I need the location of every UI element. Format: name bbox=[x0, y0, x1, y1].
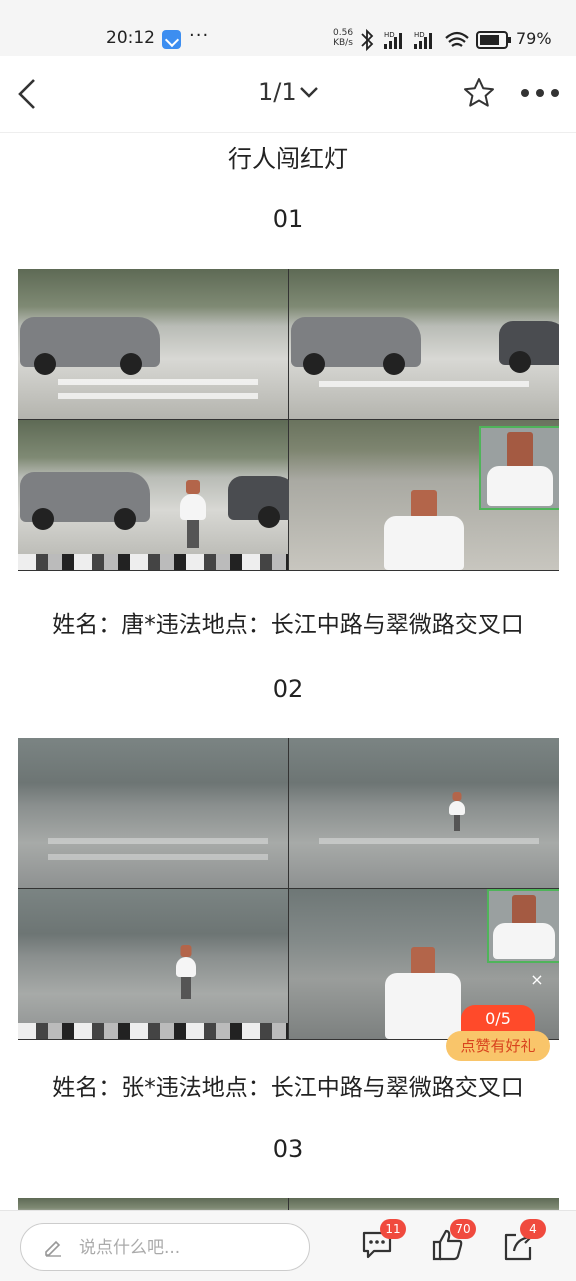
page-indicator[interactable]: 1/1 bbox=[258, 78, 297, 106]
face-closeup bbox=[487, 889, 559, 963]
cellular-signal-icon: HD HD bbox=[384, 31, 432, 49]
like-button[interactable]: 70 bbox=[430, 1219, 476, 1263]
bluetooth-icon bbox=[361, 28, 374, 52]
share-button[interactable]: 4 bbox=[500, 1219, 546, 1263]
star-icon[interactable] bbox=[462, 76, 496, 110]
car bbox=[20, 472, 150, 530]
more-icon[interactable] bbox=[520, 88, 560, 98]
pedestrian bbox=[176, 945, 196, 1001]
photo-frame bbox=[289, 420, 559, 570]
wifi-icon bbox=[445, 31, 469, 47]
like-reward-widget[interactable]: × 0/5 点赞有好礼 bbox=[446, 970, 550, 1063]
violation-photo[interactable] bbox=[18, 1198, 559, 1210]
photo-frame bbox=[18, 1198, 288, 1210]
photo-frame bbox=[18, 738, 288, 888]
photo-frame bbox=[18, 420, 298, 570]
pedestrian-closeup bbox=[487, 432, 553, 508]
photo-frame bbox=[289, 269, 559, 419]
network-speed-value: 0.56 bbox=[333, 28, 354, 38]
more-notifications-icon: ··· bbox=[189, 25, 210, 46]
pedestrian bbox=[449, 792, 465, 832]
network-speed-unit: KB/s bbox=[333, 38, 353, 48]
network-speed: 0.56 KB/s bbox=[333, 28, 353, 48]
violation-photo[interactable] bbox=[18, 269, 559, 571]
battery-percent: 79% bbox=[516, 29, 552, 48]
article-title: 行人闯红灯 bbox=[228, 145, 348, 173]
like-progress: 0/5 bbox=[461, 1005, 535, 1033]
pedestrian bbox=[384, 490, 464, 570]
battery-icon bbox=[476, 31, 511, 49]
svg-text:HD: HD bbox=[384, 31, 395, 39]
bottom-action-bar: 11 70 4 bbox=[0, 1210, 576, 1281]
photo-frame bbox=[18, 269, 288, 419]
violation-caption: 姓名：张*违法地点：长江中路与翠微路交叉口 bbox=[52, 1075, 524, 1101]
photo-frame bbox=[289, 738, 559, 888]
violation-photo[interactable] bbox=[18, 738, 559, 1040]
car bbox=[499, 321, 559, 373]
status-bar: 20:12 ··· 0.56 KB/s HD HD 79% bbox=[0, 0, 576, 56]
photo-frame bbox=[289, 1198, 559, 1210]
comments-count-badge: 11 bbox=[380, 1219, 406, 1239]
comment-input-box[interactable] bbox=[20, 1223, 310, 1271]
like-reward-label[interactable]: 点赞有好礼 bbox=[446, 1031, 550, 1061]
close-icon[interactable]: × bbox=[526, 969, 548, 991]
likes-count-badge: 70 bbox=[450, 1219, 476, 1239]
top-nav-bar: 1/1 bbox=[0, 56, 576, 133]
pedestrian-closeup bbox=[493, 895, 555, 959]
signal-icons: HD HD bbox=[361, 28, 469, 52]
svg-text:HD: HD bbox=[414, 31, 425, 39]
back-arrow-icon[interactable] bbox=[14, 76, 44, 112]
shares-count-badge: 4 bbox=[520, 1219, 546, 1239]
car bbox=[228, 476, 298, 528]
pedestrian bbox=[180, 480, 206, 550]
entry-number: 01 bbox=[272, 205, 304, 233]
entry-number: 02 bbox=[272, 675, 304, 703]
pen-icon bbox=[45, 1240, 61, 1257]
chevron-down-icon[interactable] bbox=[298, 84, 320, 100]
violation-caption: 姓名：唐*违法地点：长江中路与翠微路交叉口 bbox=[52, 612, 524, 638]
entry-number: 03 bbox=[272, 1135, 304, 1163]
comments-button[interactable]: 11 bbox=[360, 1219, 406, 1263]
status-time: 20:12 bbox=[106, 28, 155, 48]
comment-input[interactable] bbox=[77, 1234, 301, 1262]
car bbox=[20, 317, 160, 375]
car bbox=[291, 317, 421, 375]
app-notification-icon bbox=[162, 30, 181, 49]
face-closeup bbox=[479, 426, 559, 510]
photo-frame bbox=[18, 889, 288, 1039]
